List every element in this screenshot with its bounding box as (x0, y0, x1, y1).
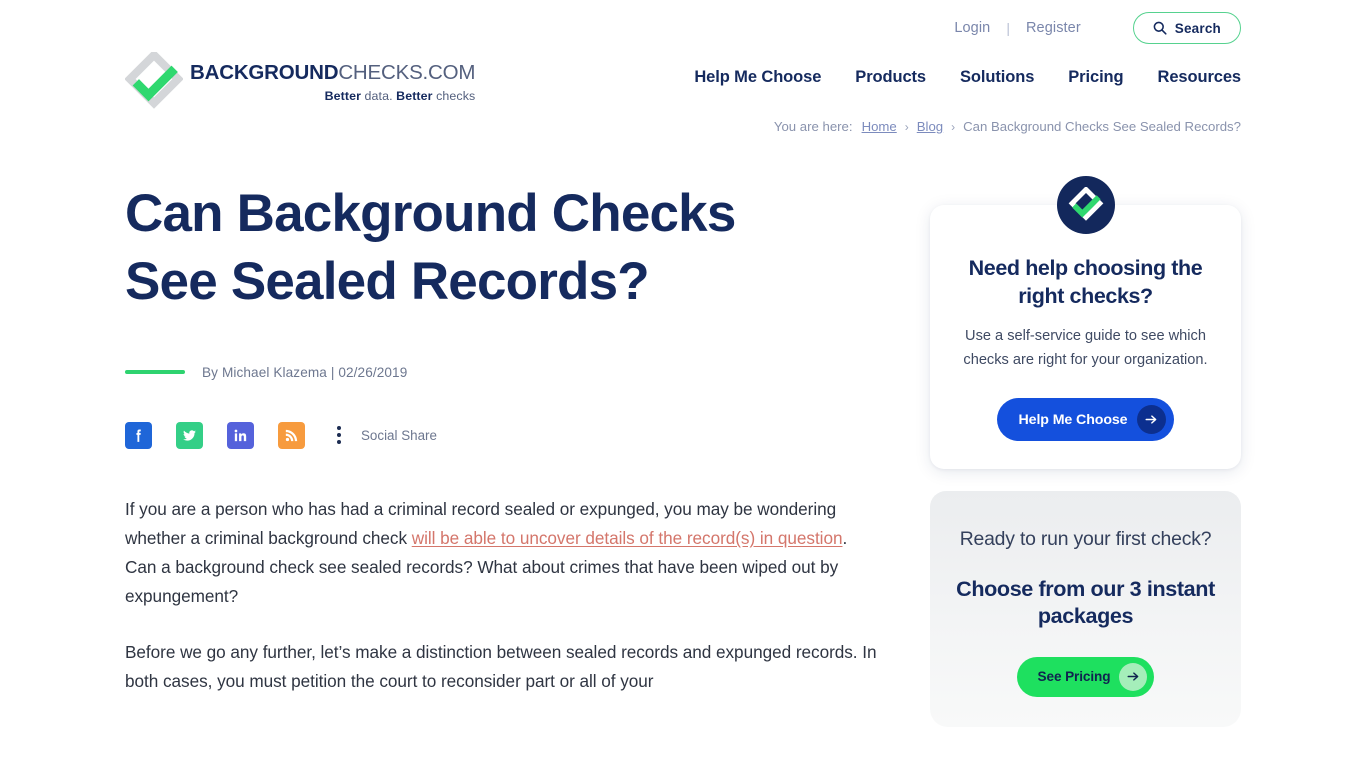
pricing-card: Ready to run your first check? Choose fr… (930, 491, 1241, 727)
logo-tagline-bold-1: Better (324, 88, 362, 103)
logo-brand-light: CHECKS.COM (338, 61, 476, 85)
breadcrumb-link-blog[interactable]: Blog (917, 119, 943, 134)
help-choosing-card: Need help choosing the right checks? Use… (930, 176, 1241, 470)
pricing-card-question: Ready to run your first check? (959, 528, 1212, 551)
arrow-right-icon (1137, 405, 1167, 435)
nav-item-solutions[interactable]: Solutions (960, 68, 1034, 87)
login-link[interactable]: Login (952, 20, 992, 36)
sidebar: Need help choosing the right checks? Use… (930, 176, 1241, 768)
main-navigation: Help Me Choose Products Solutions Pricin… (694, 68, 1241, 87)
social-share-row: Social Share (125, 421, 880, 449)
inline-link-uncover-details[interactable]: will be able to uncover details of the r… (412, 528, 843, 548)
facebook-icon[interactable] (125, 421, 152, 449)
help-card-subtitle: Use a self-service guide to see which ch… (963, 328, 1208, 368)
byline-row: By Michael Klazema | 02/26/2019 (125, 365, 880, 380)
logo-tagline-light-2: checks (432, 88, 476, 103)
logo-tagline-bold-2: Better (396, 88, 433, 103)
breadcrumb-separator-1: › (904, 119, 909, 134)
paragraph-2: Before we go any further, let’s make a d… (125, 641, 877, 691)
nav-item-products[interactable]: Products (855, 68, 926, 87)
nav-item-help-me-choose[interactable]: Help Me Choose (694, 68, 821, 87)
arrow-right-icon (1119, 662, 1148, 691)
breadcrumb-current-page: Can Background Checks See Sealed Records… (963, 119, 1241, 134)
logo-diamond-check-icon (124, 49, 184, 110)
utility-separator: | (1006, 20, 1010, 36)
logo-tagline-light-1: data. (361, 88, 397, 103)
site-logo[interactable]: BACKGROUNDCHECKS.COM Better data. Better… (124, 49, 475, 110)
rss-icon[interactable] (278, 421, 305, 449)
pricing-card-headline: Choose from our 3 instant packages (956, 576, 1215, 629)
see-pricing-button[interactable]: See Pricing (1016, 656, 1155, 697)
logo-brand-bold: BACKGROUND (190, 61, 339, 85)
page-root: Login | Register Search BACKGROUNDCHECKS… (0, 0, 1366, 768)
article-main: Can Background Checks See Sealed Records… (125, 180, 880, 722)
breadcrumb-prefix: You are here: (773, 119, 853, 134)
brand-check-badge-icon (1056, 176, 1115, 234)
page-title: Can Background Checks See Sealed Records… (125, 184, 736, 312)
breadcrumb-separator-2: › (951, 119, 956, 134)
instant-report-text: Get your report instantly (950, 759, 1221, 768)
breadcrumb: You are here: Home › Blog › Can Backgrou… (774, 119, 1241, 134)
search-button[interactable]: Search (1132, 12, 1241, 44)
search-icon (1153, 21, 1167, 35)
article-body: If you are a person who has had a crimin… (125, 495, 880, 696)
byline-accent-rule (125, 370, 185, 375)
byline-text: By Michael Klazema | 02/26/2019 (202, 364, 408, 380)
social-share-label: Social Share (361, 427, 437, 443)
help-me-choose-button[interactable]: Help Me Choose (996, 398, 1175, 442)
register-link[interactable]: Register (1024, 20, 1083, 36)
breadcrumb-link-home[interactable]: Home (862, 119, 897, 134)
see-pricing-button-label: See Pricing (1037, 669, 1111, 685)
linkedin-icon[interactable] (227, 421, 254, 449)
twitter-icon[interactable] (176, 421, 203, 449)
logo-text: BACKGROUNDCHECKS.COM Better data. Better… (190, 59, 475, 103)
nav-item-resources[interactable]: Resources (1158, 68, 1242, 87)
nav-item-pricing[interactable]: Pricing (1068, 68, 1123, 87)
search-button-label: Search (1174, 20, 1221, 36)
help-me-choose-button-label: Help Me Choose (1018, 411, 1128, 428)
more-options-icon[interactable] (331, 422, 347, 449)
help-card-title: Need help choosing the right checks? (968, 256, 1203, 308)
paragraph-1: If you are a person who has had a crimin… (125, 495, 880, 612)
utility-bar: Login | Register Search (952, 12, 1241, 44)
